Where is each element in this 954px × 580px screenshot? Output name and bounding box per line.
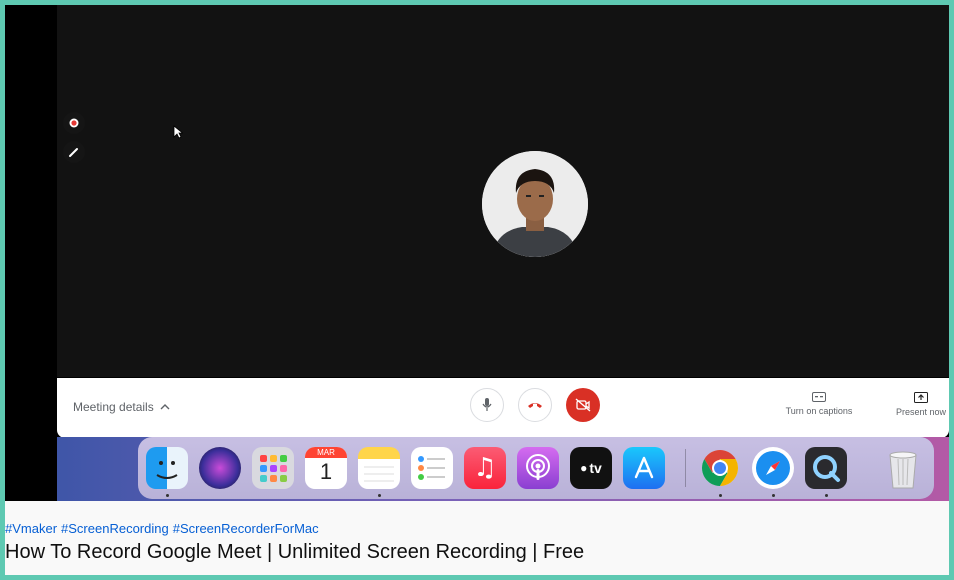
- apple-glyph-icon: ●: [580, 461, 587, 475]
- notes-lines-icon: [358, 447, 400, 489]
- reminders-icon[interactable]: [411, 447, 453, 489]
- microphone-button[interactable]: [470, 388, 504, 422]
- meet-control-bar: Meeting details Turn on captions Present…: [57, 378, 949, 438]
- calendar-month: MAR: [305, 447, 347, 458]
- music-note-icon: ♫: [473, 453, 496, 483]
- compass-icon: [754, 449, 792, 487]
- quicktime-icon[interactable]: [805, 447, 847, 489]
- launchpad-icon[interactable]: [252, 447, 294, 489]
- participant-avatar: [482, 151, 588, 257]
- camera-toggle-button[interactable]: [566, 388, 600, 422]
- meeting-details-button[interactable]: Meeting details: [73, 400, 170, 414]
- macos-dock: MAR 1 ♫ ●tv: [138, 437, 934, 499]
- mouse-cursor-icon: [173, 125, 183, 139]
- camera-off-icon: [575, 398, 591, 412]
- captions-label: Turn on captions: [786, 406, 853, 416]
- chrome-logo-icon: [700, 448, 740, 488]
- record-button[interactable]: [63, 112, 85, 134]
- safari-icon[interactable]: [752, 447, 794, 489]
- running-indicator: [772, 494, 775, 497]
- dock-separator: [685, 449, 686, 487]
- quicktime-q-icon: [811, 453, 841, 483]
- video-frame: Meeting details Turn on captions Present…: [5, 5, 949, 575]
- meeting-details-label: Meeting details: [73, 400, 154, 414]
- video-caption: #Vmaker #ScreenRecording #ScreenRecorderFo…: [5, 501, 949, 575]
- present-label: Present now: [896, 407, 946, 417]
- finder-face-icon: [146, 447, 188, 489]
- calendar-day: 1: [320, 458, 332, 486]
- captions-icon: [812, 392, 826, 402]
- trash-icon[interactable]: [882, 447, 924, 489]
- video-player[interactable]: Meeting details Turn on captions Present…: [5, 5, 949, 501]
- running-indicator: [166, 494, 169, 497]
- trash-can-icon: [886, 447, 920, 489]
- reminders-list-icon: [411, 447, 453, 489]
- running-indicator: [378, 494, 381, 497]
- hashtag-link[interactable]: #Vmaker: [5, 521, 57, 536]
- hashtag-list: #Vmaker #ScreenRecording #ScreenRecorderFo…: [5, 521, 323, 536]
- grid-icon: [258, 453, 288, 483]
- tv-label: tv: [589, 460, 601, 476]
- chrome-icon[interactable]: [699, 447, 741, 489]
- running-indicator: [825, 494, 828, 497]
- present-now-button[interactable]: Present now: [893, 392, 949, 417]
- podcasts-icon[interactable]: [517, 447, 559, 489]
- microphone-icon: [481, 397, 493, 413]
- hashtag-link[interactable]: #ScreenRecorderForMac: [173, 521, 319, 536]
- hashtag-link[interactable]: #ScreenRecording: [61, 521, 169, 536]
- notes-icon[interactable]: [358, 447, 400, 489]
- draw-button[interactable]: [63, 141, 85, 163]
- siri-icon[interactable]: [199, 447, 241, 489]
- app-store-a-icon: [631, 455, 657, 481]
- video-title: How To Record Google Meet | Unlimited Sc…: [5, 541, 584, 564]
- podcast-waves-icon: [523, 453, 553, 483]
- chevron-up-icon: [160, 403, 170, 411]
- finder-icon[interactable]: [146, 447, 188, 489]
- music-icon[interactable]: ♫: [464, 447, 506, 489]
- calendar-icon[interactable]: MAR 1: [305, 447, 347, 489]
- captions-button[interactable]: Turn on captions: [783, 392, 855, 416]
- present-icon: [914, 392, 928, 403]
- record-icon: [69, 118, 79, 128]
- hang-up-icon: [527, 400, 543, 410]
- person-photo: [482, 151, 588, 257]
- running-indicator: [719, 494, 722, 497]
- pen-icon: [68, 146, 80, 158]
- app-store-icon[interactable]: [623, 447, 665, 489]
- apple-tv-icon[interactable]: ●tv: [570, 447, 612, 489]
- leave-call-button[interactable]: [518, 388, 552, 422]
